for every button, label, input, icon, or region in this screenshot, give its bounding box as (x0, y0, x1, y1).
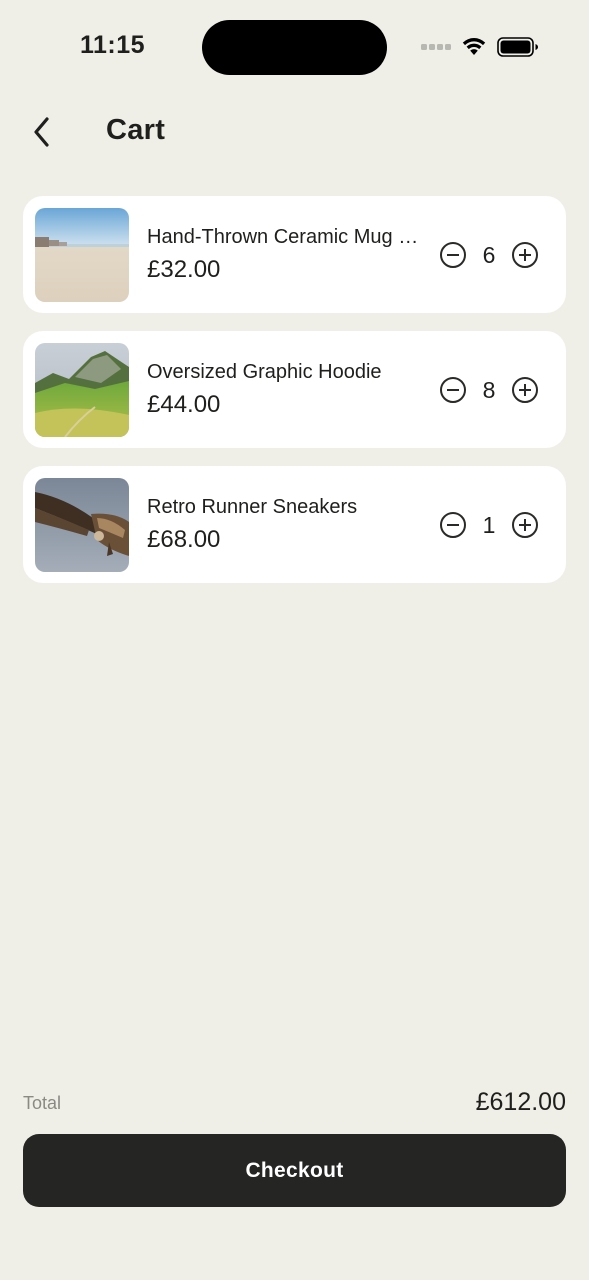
battery-icon (497, 37, 538, 57)
mountain-meadow-photo-image (35, 343, 129, 437)
item-price: £44.00 (147, 391, 221, 418)
quantity-stepper: 6 (440, 241, 538, 269)
quantity-stepper: 8 (440, 376, 538, 404)
page-title: Cart (106, 114, 166, 146)
cart-list: Hand-Thrown Ceramic Mug Set £32.00 6 Ove… (23, 196, 566, 601)
status-time: 11:15 (80, 31, 146, 59)
quantity-stepper: 1 (440, 511, 538, 539)
product-thumbnail[interactable] (35, 478, 129, 572)
item-name: Retro Runner Sneakers (147, 496, 358, 518)
increase-quantity-button[interactable] (512, 512, 538, 538)
decrease-quantity-button[interactable] (440, 242, 466, 268)
chevron-left-icon (34, 117, 49, 147)
cart-item: Hand-Thrown Ceramic Mug Set £32.00 6 (23, 196, 566, 313)
decrease-quantity-button[interactable] (440, 512, 466, 538)
item-name: Oversized Graphic Hoodie (147, 361, 382, 383)
decrease-quantity-button[interactable] (440, 377, 466, 403)
increase-quantity-button[interactable] (512, 242, 538, 268)
wifi-icon (462, 38, 486, 55)
item-price: £32.00 (147, 256, 221, 283)
back-button[interactable] (20, 110, 64, 154)
increase-quantity-button[interactable] (512, 377, 538, 403)
total-value: £612.00 (475, 1088, 566, 1116)
total-label: Total (23, 1093, 62, 1113)
vulture-photo-image (35, 478, 129, 572)
item-price: £68.00 (147, 526, 221, 553)
cart-item: Retro Runner Sneakers £68.00 1 (23, 466, 566, 583)
checkout-button[interactable]: Checkout (23, 1134, 566, 1207)
cellular-signal-icon (421, 44, 453, 52)
cart-screen: 11:15 Cart Hand-Thrown Ceramic Mug Set £… (0, 0, 589, 1280)
cart-item: Oversized Graphic Hoodie £44.00 8 (23, 331, 566, 448)
dynamic-island (202, 20, 387, 75)
quantity-value: 8 (482, 376, 496, 403)
beach-photo-image (35, 208, 129, 302)
item-name: Hand-Thrown Ceramic Mug Set (147, 226, 425, 248)
product-thumbnail[interactable] (35, 343, 129, 437)
quantity-value: 1 (482, 511, 496, 538)
quantity-value: 6 (482, 241, 496, 268)
product-thumbnail[interactable] (35, 208, 129, 302)
